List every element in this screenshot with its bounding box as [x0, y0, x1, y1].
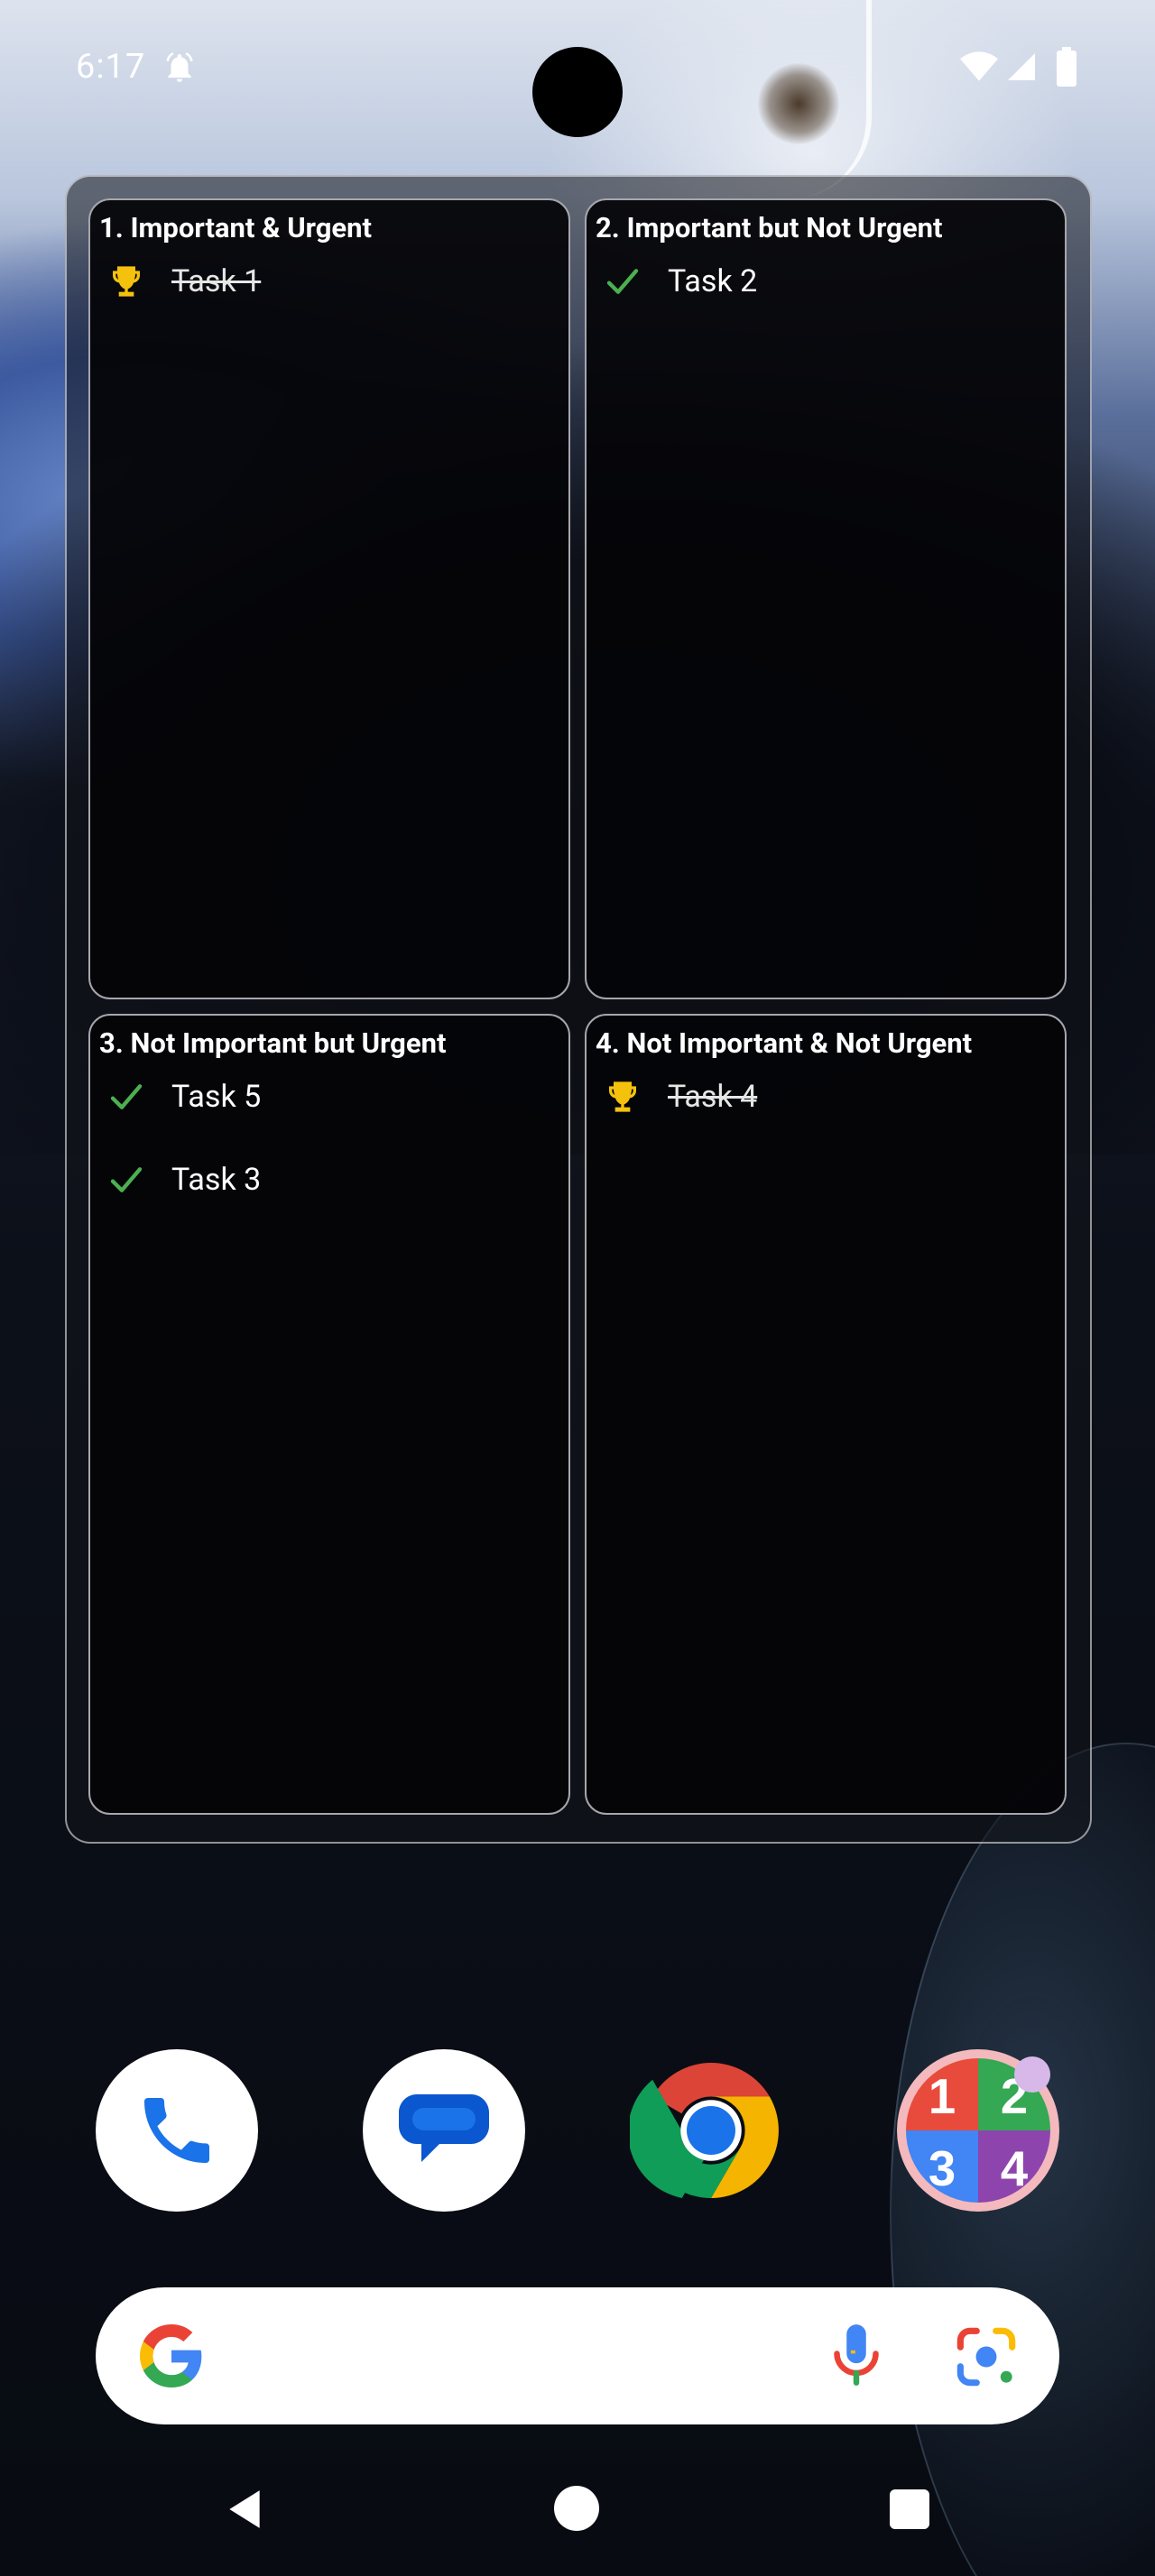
trophy-icon [603, 1077, 642, 1117]
quadrant-important-urgent[interactable]: 1. Important & Urgent Task 1 [88, 198, 570, 999]
quadrant-not-important-urgent[interactable]: 3. Not Important but Urgent Task 5 Task … [88, 1014, 570, 1815]
eisenhower-matrix-widget: 1. Important & Urgent Task 1 2. Importan… [65, 175, 1092, 1844]
task-item[interactable]: Task 3 [106, 1155, 261, 1205]
matrix-digit: 1 [929, 2069, 956, 2124]
lens-camera-icon[interactable] [947, 2318, 1025, 2396]
battery-icon [1057, 47, 1076, 87]
matrix-digit: 4 [1001, 2141, 1028, 2196]
quadrant-title: 3. Not Important but Urgent [99, 1026, 447, 1060]
messages-app-button[interactable] [363, 2049, 525, 2212]
quadrant-important-not-urgent[interactable]: 2. Important but Not Urgent Task 2 [585, 198, 1067, 999]
task-item[interactable]: Task 1 [106, 256, 261, 307]
chrome-icon [630, 2063, 779, 2198]
phone-app-button[interactable] [96, 2049, 258, 2212]
signal-icon [1008, 53, 1035, 80]
recents-button[interactable] [890, 2489, 929, 2529]
status-bar: 6:17 [0, 0, 1155, 144]
task-label: Task 1 [171, 263, 262, 299]
status-time: 6:17 [76, 47, 146, 87]
task-item[interactable]: Task 4 [603, 1072, 757, 1122]
messages-icon [399, 2094, 489, 2162]
check-icon [106, 1077, 146, 1117]
google-search-bar[interactable] [96, 2287, 1059, 2424]
microphone-icon[interactable] [818, 2318, 895, 2396]
home-button[interactable] [554, 2486, 599, 2531]
trophy-icon [106, 262, 146, 301]
quadrant-not-important-not-urgent[interactable]: 4. Not Important & Not Urgent Task 4 [585, 1014, 1067, 1815]
quadrant-title: 4. Not Important & Not Urgent [596, 1026, 973, 1060]
google-g-icon [140, 2324, 202, 2387]
back-button[interactable] [222, 2486, 267, 2533]
wifi-icon [960, 51, 998, 81]
check-icon [106, 1160, 146, 1200]
task-label: Task 4 [668, 1079, 758, 1115]
task-label: Task 3 [171, 1162, 262, 1198]
chrome-app-button[interactable] [630, 2049, 792, 2212]
matrix-digit: 3 [929, 2141, 956, 2196]
alarm-icon [166, 52, 193, 82]
quadrant-title: 1. Important & Urgent [99, 211, 373, 244]
quadrant-title: 2. Important but Not Urgent [596, 211, 943, 244]
task-item[interactable]: Task 5 [106, 1072, 261, 1122]
check-icon [603, 262, 642, 301]
task-label: Task 2 [668, 263, 758, 299]
task-item[interactable]: Task 2 [603, 256, 757, 307]
task-label: Task 5 [171, 1079, 262, 1115]
notification-dot [1014, 2056, 1050, 2093]
front-camera-cutout [532, 47, 623, 137]
phone-icon [144, 2098, 209, 2163]
